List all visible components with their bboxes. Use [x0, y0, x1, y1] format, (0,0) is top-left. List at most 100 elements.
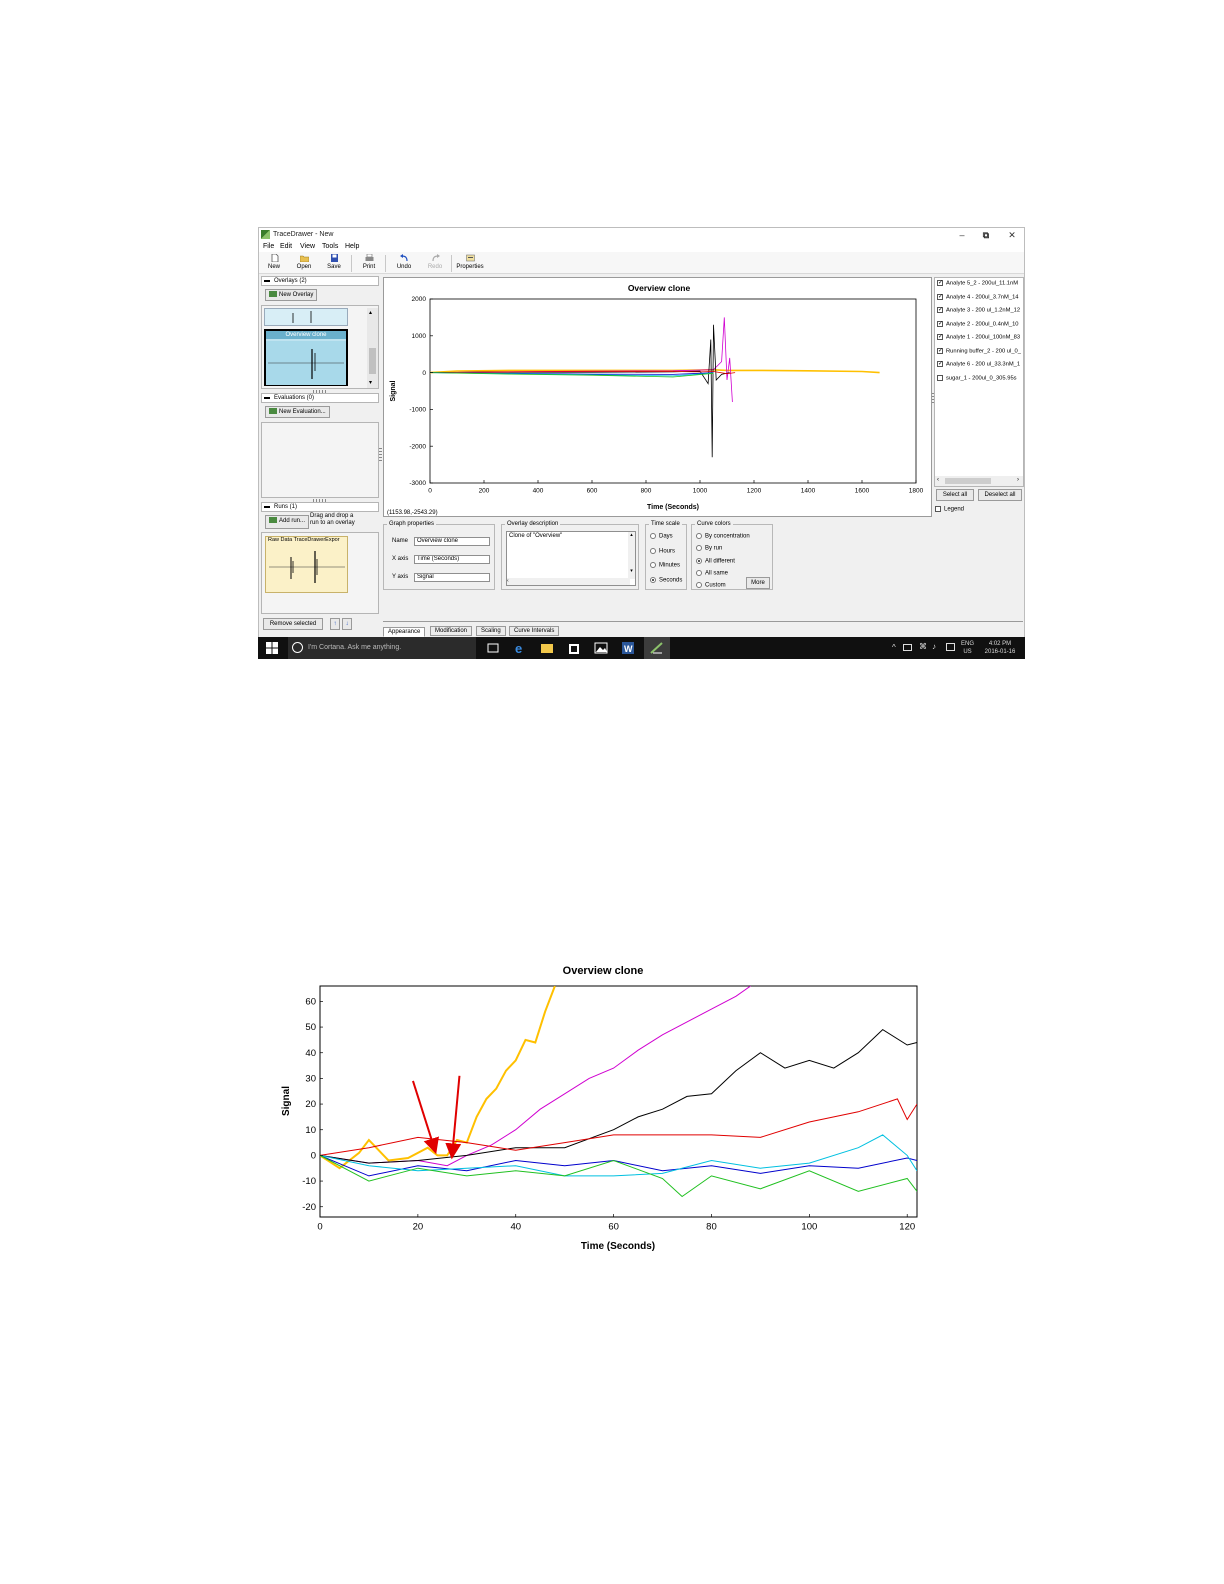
scrollbar-thumb[interactable]: [369, 348, 376, 374]
action-center-icon[interactable]: [946, 643, 955, 651]
word-icon[interactable]: W: [621, 641, 635, 655]
curves-hscrollbar[interactable]: ‹ ›: [935, 476, 1023, 486]
runs-header[interactable]: Runs (1): [261, 502, 379, 512]
scroll-up-icon[interactable]: ▴: [369, 309, 372, 316]
minimize-button[interactable]: –: [949, 228, 975, 242]
y-tick-label: 30: [305, 1074, 316, 1085]
new-overlay-button[interactable]: New Overlay: [265, 289, 318, 301]
menu-help[interactable]: Help: [345, 243, 359, 250]
menu-view[interactable]: View: [300, 243, 315, 250]
edge-browser-icon[interactable]: e: [513, 641, 527, 655]
tab-modification[interactable]: Modification: [430, 626, 473, 636]
redo-button[interactable]: Redo: [422, 254, 448, 274]
tab-appearance[interactable]: Appearance: [383, 627, 426, 637]
scrollbar-thumb[interactable]: [945, 478, 991, 484]
move-up-arrow-icon[interactable]: ↑: [330, 618, 340, 630]
plot-area[interactable]: [429, 298, 917, 484]
cortana-search-box[interactable]: I'm Cortana. Ask me anything.: [288, 637, 476, 659]
photos-icon[interactable]: [594, 641, 608, 655]
close-button[interactable]: ✕: [999, 228, 1024, 242]
overlays-header[interactable]: Overlays (2): [261, 276, 379, 286]
curve-checkbox-icon[interactable]: [937, 374, 943, 381]
radio-option[interactable]: By concentration: [696, 533, 750, 540]
clock[interactable]: 4:02 PM 2016-01-16: [980, 640, 1020, 656]
evaluations-header[interactable]: Evaluations (0): [261, 393, 379, 403]
y-tick-label: -10: [302, 1176, 316, 1187]
tab-curve-intervals[interactable]: Curve Intervals: [509, 626, 560, 636]
add-run-button[interactable]: Add run...: [265, 515, 310, 529]
overlay-thumbnail[interactable]: [264, 308, 348, 326]
radio-option[interactable]: All same: [696, 569, 728, 576]
curve-list-item[interactable]: ✓ Running buffer_2 - 200 ul_0_: [937, 347, 1021, 354]
task-view-icon[interactable]: [486, 641, 500, 655]
radio-option[interactable]: Minutes: [650, 562, 680, 569]
new-button[interactable]: New: [261, 254, 287, 274]
new-evaluation-button[interactable]: New Evaluation...: [265, 406, 330, 418]
windows-start-icon[interactable]: [266, 642, 278, 654]
radio-option[interactable]: Hours: [650, 547, 675, 554]
curve-checkbox-icon[interactable]: ✓: [937, 347, 943, 354]
curve-list-item[interactable]: ✓ Analyte 6 - 200 ul_33.3nM_1: [937, 361, 1020, 368]
textarea-vscrollbar[interactable]: ▴ ▾: [628, 532, 635, 579]
more-button[interactable]: More: [746, 577, 770, 589]
battery-icon[interactable]: [903, 644, 912, 651]
run-thumbnail[interactable]: Raw Data TraceDrawerExpor: [265, 536, 348, 593]
radio-option[interactable]: Days: [650, 533, 673, 540]
tracedrawer-taskbar-button[interactable]: [644, 637, 670, 659]
curve-list-item[interactable]: ✓ Analyte 2 - 200ul_0.4nM_10: [937, 320, 1019, 327]
legend-checkbox[interactable]: Legend: [935, 506, 964, 513]
curve-list-item[interactable]: ✓ Analyte 5_2 - 200ul_11.1nM: [937, 280, 1018, 287]
main-chart-panel[interactable]: Overview clone 0 200 400 600 800 1000 1200 1400…: [383, 277, 932, 517]
volume-icon[interactable]: ♪: [932, 642, 936, 651]
curve-checkbox-icon[interactable]: ✓: [937, 361, 943, 367]
curve-list-item[interactable]: ✓ Analyte 1 - 200ul_100nM_83: [937, 334, 1020, 341]
undo-button[interactable]: Undo: [391, 254, 417, 274]
overlay-description-textarea[interactable]: Clone of "Overview" ▴ ▾ ‹: [506, 531, 636, 586]
curve-list-item[interactable]: ✓ Analyte 4 - 200ul_3.7nM_14: [937, 293, 1019, 300]
menu-tools[interactable]: Tools: [322, 243, 338, 250]
graph-name-field[interactable]: Overview clone: [414, 537, 490, 546]
scroll-down-icon[interactable]: ▾: [369, 379, 372, 386]
deselect-all-button[interactable]: Deselect all: [978, 489, 1022, 501]
y-tick-label: 10: [305, 1125, 316, 1136]
radio-option[interactable]: Seconds: [650, 576, 682, 583]
save-button[interactable]: Save: [321, 254, 347, 274]
menu-file[interactable]: File: [263, 243, 274, 250]
file-explorer-icon[interactable]: [540, 641, 554, 655]
radio-option[interactable]: Custom: [696, 582, 726, 589]
scroll-right-icon[interactable]: ›: [1017, 477, 1019, 483]
curve-list-item[interactable]: sugar_1 - 200ul_0_305.95s: [937, 374, 1017, 381]
curve-checkbox-icon[interactable]: ✓: [937, 334, 943, 340]
vertical-splitter-grip[interactable]: [379, 448, 382, 462]
open-button[interactable]: Open: [291, 254, 317, 274]
curve-list-item[interactable]: ✓ Analyte 3 - 200 ul_1.2nM_12: [937, 307, 1020, 314]
network-icon[interactable]: ⌘: [919, 642, 927, 651]
run-thumb-label: Raw Data TraceDrawerExpor: [268, 537, 340, 543]
radio-option[interactable]: By run: [696, 545, 722, 552]
menu-edit[interactable]: Edit: [280, 243, 292, 250]
curve-checkbox-icon[interactable]: ✓: [937, 293, 943, 300]
y-axis-field[interactable]: Signal: [414, 573, 490, 582]
vertical-splitter-grip[interactable]: [932, 393, 934, 405]
overlay-thumbnail-selected[interactable]: Overview clone: [264, 329, 348, 386]
tab-scaling[interactable]: Scaling: [476, 626, 506, 636]
curve-checkbox-icon[interactable]: ✓: [937, 307, 943, 313]
curve-checkbox-icon[interactable]: ✓: [937, 280, 943, 286]
x-axis-field[interactable]: Time (Seconds): [414, 555, 490, 564]
show-hidden-icons-chevron-icon[interactable]: ^: [892, 643, 896, 652]
move-down-arrow-icon[interactable]: ↓: [342, 618, 352, 630]
main-chart[interactable]: Overview clone 0 200 400 600 800 1000 1200 1400…: [384, 278, 933, 518]
overlays-scrollbar[interactable]: ▴ ▾: [367, 308, 378, 388]
radio-option[interactable]: All different: [696, 557, 735, 564]
remove-selected-button[interactable]: Remove selected: [263, 618, 323, 630]
curve-checkbox-icon[interactable]: ✓: [937, 320, 943, 327]
select-all-button[interactable]: Select all: [936, 489, 974, 501]
scroll-left-icon[interactable]: ‹: [937, 477, 939, 483]
properties-button[interactable]: Properties: [455, 254, 485, 274]
print-button[interactable]: Print: [356, 254, 382, 274]
undo-label: Undo: [396, 264, 412, 270]
store-icon[interactable]: [567, 641, 581, 655]
textarea-hscrollbar[interactable]: ‹: [507, 578, 630, 585]
language-indicator[interactable]: ENG US: [961, 640, 974, 656]
restore-button[interactable]: ⧉: [973, 228, 999, 242]
